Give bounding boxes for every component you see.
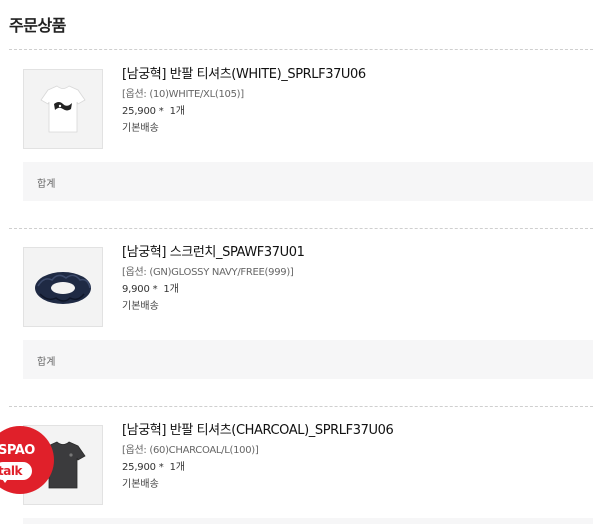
- product-name-link[interactable]: [남궁혁] 스크런치_SPAWF37U01: [122, 243, 305, 263]
- quantity: 1개: [163, 284, 179, 295]
- white-tshirt-icon: [24, 70, 102, 148]
- product-option: [옵션: (60)CHARCOAL/L(100)]: [122, 445, 259, 456]
- price-value: 25,900 *: [122, 462, 164, 473]
- total-bar: 합계: [23, 162, 593, 201]
- total-label: 합계: [37, 357, 56, 368]
- total-bar: [23, 518, 593, 524]
- product-name-link[interactable]: [남궁혁] 반팔 티셔츠(WHITE)_SPRLF37U06: [122, 65, 366, 85]
- product-thumbnail[interactable]: [23, 69, 103, 149]
- section-title: 주문상품: [9, 16, 66, 35]
- navy-scrunchie-icon: [24, 248, 102, 326]
- product-price: 25,900 * 1개: [122, 459, 393, 476]
- divider: [9, 406, 593, 407]
- divider: [9, 49, 593, 50]
- product-price: 9,900 * 1개: [122, 281, 304, 298]
- product-thumbnail[interactable]: [23, 247, 103, 327]
- total-label: 합계: [37, 179, 56, 190]
- price-value: 9,900 *: [122, 284, 158, 295]
- quantity: 1개: [169, 106, 185, 117]
- product-name-link[interactable]: [남궁혁] 반팔 티셔츠(CHARCOAL)_SPRLF37U06: [122, 421, 394, 441]
- quantity: 1개: [169, 462, 185, 473]
- divider: [9, 228, 593, 229]
- shipping-type: 기본배송: [122, 123, 159, 134]
- product-option: [옵션: (10)WHITE/XL(105)]: [122, 89, 244, 100]
- talk-brand-label: SPAO: [0, 443, 35, 458]
- total-bar: 합계: [23, 340, 593, 379]
- shipping-type: 기본배송: [122, 479, 159, 490]
- chat-bubble-tail: [0, 476, 10, 483]
- product-option: [옵션: (GN)GLOSSY NAVY/FREE(999)]: [122, 267, 294, 278]
- product-price: 25,900 * 1개: [122, 103, 366, 120]
- shipping-type: 기본배송: [122, 301, 159, 312]
- price-value: 25,900 *: [122, 106, 164, 117]
